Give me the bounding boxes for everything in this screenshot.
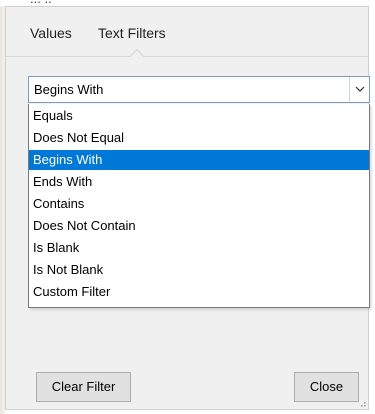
filter-type-dropdown[interactable]: Begins With — [28, 76, 370, 103]
option-contains[interactable]: Contains — [29, 194, 369, 214]
option-does-not-equal[interactable]: Does Not Equal — [29, 128, 369, 148]
option-custom-filter[interactable]: Custom Filter — [29, 282, 369, 302]
option-is-not-blank[interactable]: Is Not Blank — [29, 260, 369, 280]
option-is-blank[interactable]: Is Blank — [29, 238, 369, 258]
dropdown-button[interactable] — [349, 77, 369, 102]
option-ends-with[interactable]: Ends With — [29, 172, 369, 192]
dropdown-selected-value: Begins With — [34, 82, 104, 97]
option-equals[interactable]: Equals — [29, 106, 369, 126]
active-tab-indicator — [129, 48, 145, 64]
option-begins-with[interactable]: Begins With — [29, 150, 369, 170]
filter-dialog: Values Text Filters Begins With Equals D… — [5, 6, 370, 410]
clear-filter-button[interactable]: Clear Filter — [36, 372, 131, 402]
resize-grip-icon[interactable] — [358, 399, 366, 407]
tab-divider — [6, 56, 368, 57]
option-does-not-contain[interactable]: Does Not Contain — [29, 216, 369, 236]
tab-bar: Values Text Filters — [6, 7, 368, 64]
tab-values[interactable]: Values — [30, 25, 72, 41]
tab-text-filters[interactable]: Text Filters — [98, 25, 166, 41]
close-button[interactable]: Close — [294, 372, 359, 402]
filter-options-list: Equals Does Not Equal Begins With Ends W… — [28, 104, 370, 308]
chevron-down-icon — [355, 86, 365, 92]
